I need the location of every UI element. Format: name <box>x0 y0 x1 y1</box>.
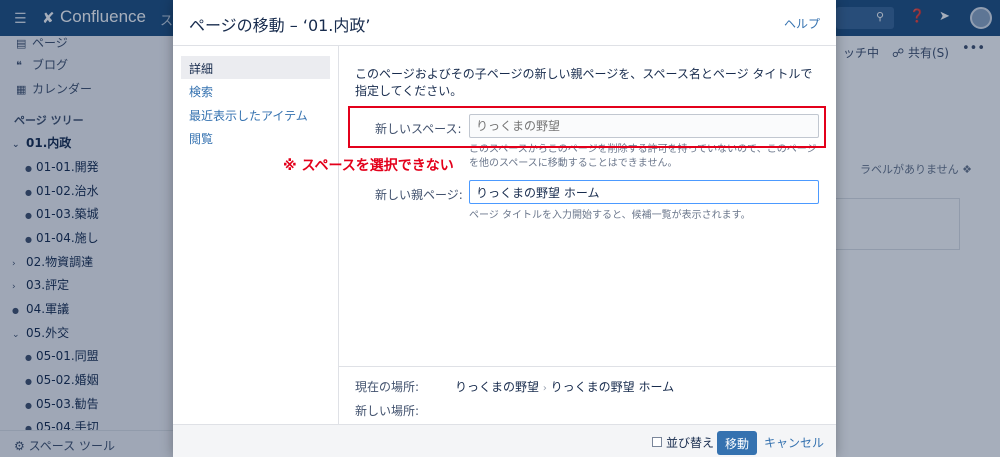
new-parent-hint: ページ タイトルを入力開始すると、候補一覧が表示されます。 <box>469 210 751 221</box>
reorder-label[interactable]: 並び替え <box>666 434 714 451</box>
highlight-box <box>348 106 826 148</box>
dialog-body: このページおよびその子ページの新しい親ページを、スペース名とページ タイトルで指… <box>339 46 836 366</box>
new-parent-label: 新しい親ページ: <box>375 188 463 202</box>
current-location-page: りっくまの野望 ホーム <box>550 380 675 394</box>
nav-item-details[interactable]: 詳細 <box>181 56 330 79</box>
nav-item-search[interactable]: 検索 <box>181 79 330 102</box>
current-location-label: 現在の場所: <box>355 380 420 394</box>
move-button[interactable]: 移動 <box>717 431 757 455</box>
annotation-note: ※ スペースを選択できない <box>283 158 454 174</box>
dialog-footer: 並び替え 移動 キャンセル <box>173 424 836 457</box>
move-page-dialog: ページの移動 – ‘01.内政’ ヘルプ 詳細 検索 最近表示したアイテム 閲覧… <box>173 0 836 457</box>
nav-item-recent[interactable]: 最近表示したアイテム <box>181 103 330 126</box>
nav-item-browse[interactable]: 閲覧 <box>181 126 330 149</box>
dialog-title: ページの移動 – ‘01.内政’ <box>189 16 371 35</box>
current-location-value: りっくまの野望 › りっくまの野望 ホーム <box>455 378 674 395</box>
help-link[interactable]: ヘルプ <box>784 15 820 32</box>
breadcrumb-separator: › <box>542 383 547 394</box>
cancel-button[interactable]: キャンセル <box>764 434 824 451</box>
current-location-space: りっくまの野望 <box>455 380 540 394</box>
dialog-header: ページの移動 – ‘01.内政’ ヘルプ <box>173 0 836 46</box>
new-parent-input[interactable] <box>469 180 819 204</box>
reorder-checkbox[interactable] <box>652 437 662 447</box>
location-summary: 現在の場所: りっくまの野望 › りっくまの野望 ホーム 新しい場所: <box>339 366 836 424</box>
new-location-label: 新しい場所: <box>355 404 420 418</box>
dialog-nav: 詳細 検索 最近表示したアイテム 閲覧 <box>173 46 339 424</box>
dialog-description: このページおよびその子ページの新しい親ページを、スペース名とページ タイトルで指… <box>355 67 813 98</box>
